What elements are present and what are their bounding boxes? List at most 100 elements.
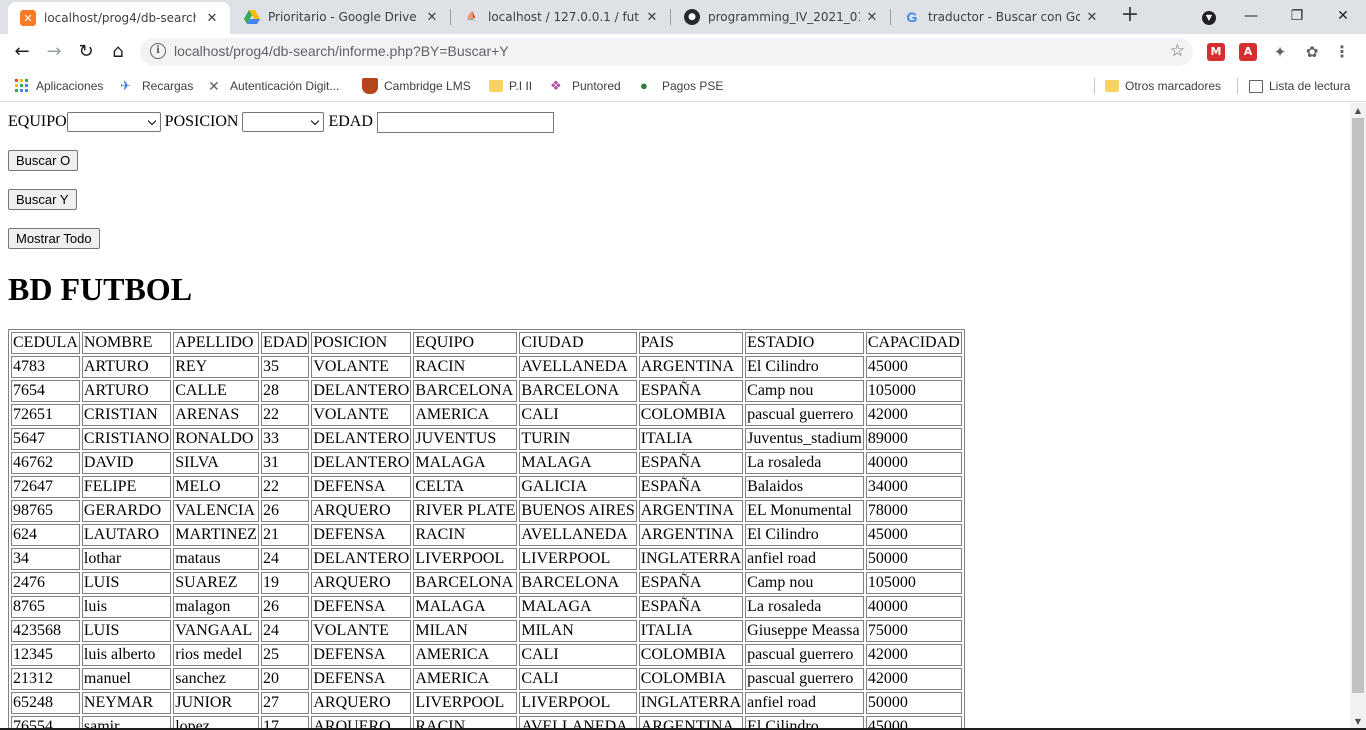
bookmark-label: Puntored (572, 79, 621, 93)
tab-google-search[interactable]: G traductor - Buscar con Googl ✕ (892, 0, 1110, 34)
scroll-down-icon[interactable]: ▼ (1350, 715, 1366, 729)
posicion-select[interactable] (242, 112, 325, 132)
extensions-puzzle-icon[interactable]: ✦ (1271, 43, 1289, 61)
bookmarks-bar: Aplicaciones ✈ Recargas ✕ Autenticación … (0, 70, 1366, 102)
bookmark-label: Recargas (142, 79, 194, 93)
table-cell: ARQUERO (311, 500, 412, 522)
table-cell: COLOMBIA (638, 644, 744, 666)
equipo-select[interactable] (66, 112, 161, 132)
buscar-y-button[interactable]: Buscar Y (8, 189, 77, 210)
address-text[interactable]: localhost/prog4/db-search/informe.php?BY… (174, 43, 509, 59)
tab-github[interactable]: ● programming_IV_2021_01/TC ✕ (672, 0, 890, 34)
table-cell: LIVERPOOL (519, 692, 637, 714)
info-icon[interactable]: i (150, 43, 166, 59)
table-cell: 50000 (865, 548, 962, 570)
column-header: CAPACIDAD (865, 332, 962, 354)
table-cell: ARTURO (81, 356, 172, 378)
table-cell: 78000 (865, 500, 962, 522)
bookmark-autenticacion[interactable]: ✕ Autenticación Digit... (208, 77, 339, 95)
table-cell: 35 (260, 356, 310, 378)
close-tab-icon[interactable]: ✕ (864, 10, 880, 25)
tab-title: Prioritario - Google Drive (268, 10, 417, 24)
bookmark-apps[interactable]: Aplicaciones (14, 77, 103, 95)
menu-kebab-icon[interactable]: ⋮ (1333, 43, 1351, 61)
table-cell: 89000 (865, 428, 962, 450)
table-header-row: CEDULA NOMBRE APELLIDO EDAD POSICION EQUIPO CI… (11, 332, 962, 354)
table-cell: 50000 (865, 692, 962, 714)
bookmark-label: Lista de lectura (1269, 79, 1351, 93)
page-scrollbar[interactable]: ▲ ▼ (1350, 103, 1366, 730)
reading-list-button[interactable]: Lista de lectura (1249, 77, 1350, 95)
table-cell: 40000 (865, 596, 962, 618)
table-cell: mataus (173, 548, 259, 570)
bookmark-label: Otros marcadores (1125, 79, 1222, 93)
star-icon[interactable]: ☆ (1170, 41, 1185, 61)
reading-list-icon (1249, 79, 1263, 93)
table-row: 72647 FELIPE MELO 22 DEFENSA CELTA GALICIA ESPA… (11, 476, 962, 498)
home-button[interactable]: ⌂ (104, 38, 132, 66)
table-cell: MARTINEZ (173, 524, 259, 546)
new-tab-button[interactable]: + (1118, 4, 1142, 28)
minimize-button[interactable]: — (1228, 0, 1274, 34)
close-tab-icon[interactable]: ✕ (1084, 10, 1100, 25)
scrollbar-thumb[interactable] (1352, 118, 1364, 693)
reload-button[interactable]: ↻ (72, 38, 100, 66)
bookmark-folder-pi[interactable]: P.I II (489, 77, 532, 95)
table-cell: ITALIA (638, 428, 744, 450)
table-cell: ARQUERO (311, 692, 412, 714)
extension-mendeley-icon[interactable]: M (1207, 43, 1225, 61)
edad-input[interactable] (376, 111, 554, 133)
close-tab-icon[interactable]: ✕ (424, 10, 440, 25)
table-cell: VANGAAL (173, 620, 259, 642)
scroll-up-icon[interactable]: ▲ (1350, 104, 1366, 118)
table-cell: VOLANTE (311, 404, 412, 426)
table-cell: VALENCIA (173, 500, 259, 522)
tab-search-button[interactable]: ▼ (1186, 0, 1232, 34)
table-cell: DELANTERO (311, 380, 412, 402)
table-cell: 28 (260, 380, 310, 402)
tab-phpmyadmin[interactable]: ⛵ localhost / 127.0.0.1 / futbol / ✕ (452, 0, 670, 34)
restore-button[interactable]: ❐ (1274, 0, 1320, 34)
forward-button[interactable]: → (40, 38, 68, 66)
table-cell: 40000 (865, 452, 962, 474)
close-window-button[interactable]: ✕ (1320, 0, 1366, 34)
mostrar-todo-button[interactable]: Mostrar Todo (8, 228, 100, 249)
table-row: 4783 ARTURO REY 35 VOLANTE RACIN AVELLANEDA ARG… (11, 356, 962, 378)
table-cell: BARCELONA (413, 380, 518, 402)
tab-informe[interactable]: ✕ localhost/prog4/db-search/inf ✕ (8, 2, 230, 34)
address-bar[interactable]: i localhost/prog4/db-search/informe.php?… (140, 38, 1193, 66)
table-cell: luis alberto (81, 644, 172, 666)
back-button[interactable]: ← (8, 38, 36, 66)
table-cell: RIVER PLATE (413, 500, 518, 522)
bookmark-cambridge[interactable]: Cambridge LMS (362, 77, 471, 95)
table-cell: 24 (260, 620, 310, 642)
table-cell: RACIN (413, 524, 518, 546)
bookmark-pagos-pse[interactable]: ● Pagos PSE (640, 77, 723, 95)
table-cell: BARCELONA (519, 380, 637, 402)
table-cell: 20 (260, 668, 310, 690)
bookmark-recargas[interactable]: ✈ Recargas (120, 77, 193, 95)
close-tab-icon[interactable]: ✕ (644, 10, 660, 25)
table-cell: GALICIA (519, 476, 637, 498)
arrow-left-icon: ← (14, 41, 30, 62)
table-cell: 27 (260, 692, 310, 714)
table-cell: 25 (260, 644, 310, 666)
table-cell: luis (81, 596, 172, 618)
extension-pdf-icon[interactable]: A (1239, 43, 1257, 61)
table-cell: TURIN (519, 428, 637, 450)
folder-icon (489, 80, 503, 92)
apps-grid-icon (14, 78, 30, 94)
buscar-o-button[interactable]: Buscar O (8, 150, 79, 171)
bookmark-puntored[interactable]: ❖ Puntored (550, 77, 621, 95)
close-tab-icon[interactable]: ✕ (204, 11, 220, 26)
bookmark-otros-marcadores[interactable]: Otros marcadores (1105, 77, 1221, 95)
table-cell: 19 (260, 572, 310, 594)
table-cell: ITALIA (638, 620, 744, 642)
table-cell: LUIS (81, 572, 172, 594)
table-cell: 65248 (11, 692, 80, 714)
profile-icon[interactable]: ✿ (1303, 43, 1321, 61)
table-cell: DEFENSA (311, 524, 412, 546)
table-cell: CALLE (173, 380, 259, 402)
tab-google-drive[interactable]: Prioritario - Google Drive ✕ (232, 0, 450, 34)
table-cell: 4783 (11, 356, 80, 378)
